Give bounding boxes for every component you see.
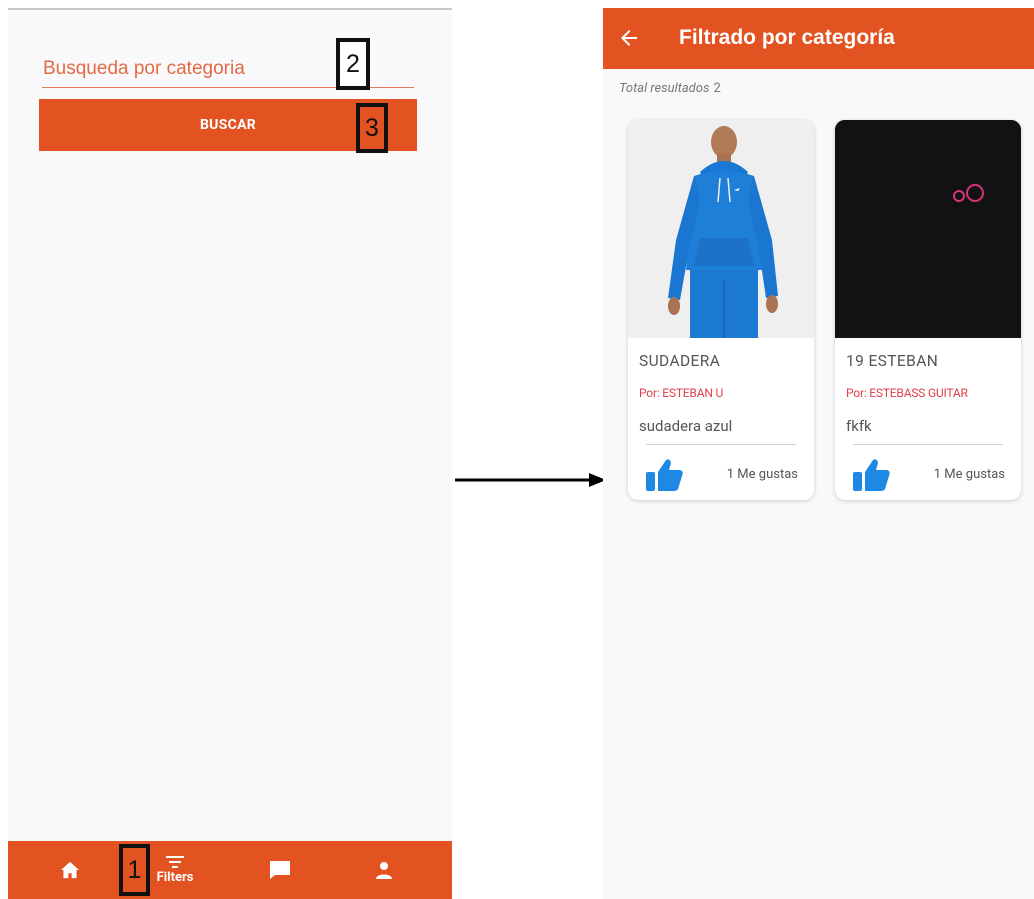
page-title: Filtrado por categoría: [679, 26, 895, 49]
step-marker-3: 3: [356, 103, 388, 153]
card-author[interactable]: Por: ESTEBAN U: [639, 386, 723, 400]
product-image: [835, 120, 1021, 338]
total-results-count: 2: [713, 81, 721, 96]
card-title: 19 ESTEBAN: [846, 352, 939, 370]
card-divider: [646, 444, 796, 445]
card-description: sudadera azul: [639, 417, 733, 435]
app-bar: Filtrado por categoría: [603, 8, 1034, 69]
dark-pink-circles-image: [835, 120, 1021, 338]
nav-chat[interactable]: [262, 841, 298, 899]
nav-home[interactable]: [54, 841, 86, 899]
card-author[interactable]: Por: ESTEBASS GUITAR: [846, 386, 968, 400]
total-results: Total resultados 2: [619, 81, 721, 96]
total-results-label: Total resultados: [619, 81, 710, 96]
screenshot-root: BUSCAR 2 3 Filters: [0, 0, 1034, 899]
product-image: [628, 120, 814, 338]
card-description: fkfk: [846, 417, 872, 435]
thumbs-up-icon[interactable]: [644, 457, 684, 493]
thumbs-up-icon[interactable]: [851, 457, 891, 493]
step-marker-1: 1: [119, 844, 150, 896]
card-divider: [853, 444, 1003, 445]
nav-filters-label: Filters: [156, 870, 194, 885]
product-card[interactable]: SUDADERA Por: ESTEBAN U sudadera azul 1 …: [628, 120, 814, 500]
status-divider: [8, 8, 452, 10]
hoodie-person-image: [628, 120, 814, 338]
chat-icon: [270, 861, 290, 879]
search-screen: BUSCAR 2 3 Filters: [8, 8, 452, 899]
product-card[interactable]: 19 ESTEBAN Por: ESTEBASS GUITAR fkfk 1 M…: [835, 120, 1021, 500]
flow-arrow: [455, 473, 606, 487]
person-icon: [376, 862, 392, 879]
nav-profile[interactable]: [368, 841, 400, 899]
nav-filters[interactable]: Filters: [150, 841, 200, 899]
step-marker-2: 2: [336, 38, 370, 90]
card-title: SUDADERA: [639, 352, 721, 370]
likes-count: 1 Me gustas: [726, 467, 798, 482]
results-screen: Filtrado por categoría Total resultados 2: [603, 8, 1034, 899]
likes-count: 1 Me gustas: [933, 467, 1005, 482]
bottom-nav-bar: Filters: [8, 841, 452, 899]
home-icon: [61, 861, 79, 879]
back-arrow-icon[interactable]: [617, 26, 641, 50]
filter-icon: [166, 856, 184, 868]
